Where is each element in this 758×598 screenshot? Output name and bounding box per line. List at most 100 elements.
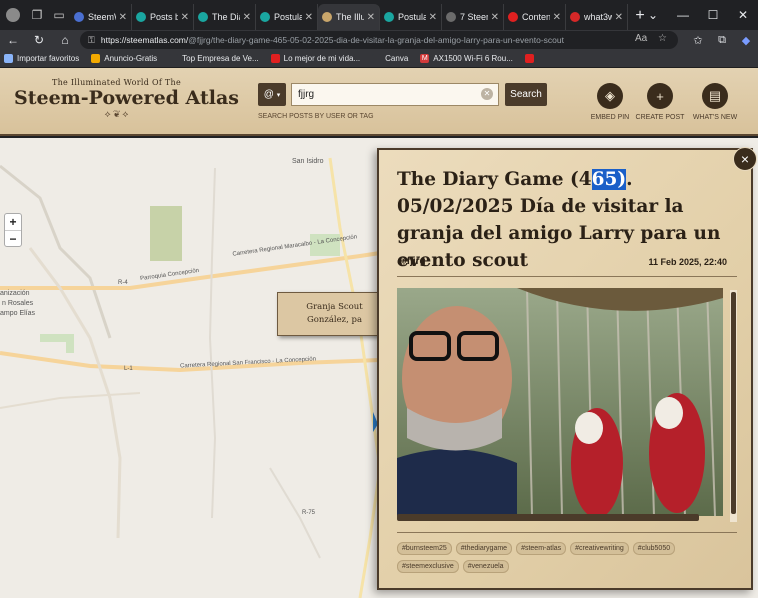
bookmark-item[interactable]: Importar favoritos xyxy=(4,54,79,63)
favorite-star-icon[interactable]: ☆ xyxy=(658,33,667,44)
bookmark-item[interactable]: Anuncio-Gratis xyxy=(91,54,157,63)
copilot-icon[interactable]: ◆ xyxy=(734,34,758,47)
post-tag[interactable]: #thediarygame xyxy=(455,542,513,555)
post-tag[interactable]: #venezuela xyxy=(462,560,509,573)
tab-close-icon[interactable]: ✕ xyxy=(181,12,189,23)
parrot-face xyxy=(575,412,603,444)
tab-favicon-icon xyxy=(260,12,270,22)
whats-new-label: WHAT'S NEW xyxy=(692,114,738,121)
post-panel: The Diary Game (465). 05/02/2025 Día de … xyxy=(377,148,753,590)
bookmark-item[interactable]: Lo mejor de mi vida... xyxy=(270,54,360,63)
minimize-icon[interactable]: — xyxy=(668,0,698,30)
reload-icon[interactable]: ↻ xyxy=(26,33,52,47)
map-label: San Isidro xyxy=(292,158,324,165)
tab-favicon-icon xyxy=(446,12,456,22)
zoom-in-button[interactable]: + xyxy=(5,214,21,230)
site-logo[interactable]: The Illuminated World Of The Steem-Power… xyxy=(14,78,239,120)
back-arrow-icon[interactable]: ← xyxy=(0,33,26,47)
tab-close-icon[interactable]: ✕ xyxy=(491,12,499,23)
road xyxy=(0,392,141,409)
browser-tab[interactable]: SteemW✕ xyxy=(70,4,132,30)
map-marker-popup[interactable]: Granja Scout González, pa xyxy=(277,292,392,336)
tab-list: SteemW✕Posts by✕The Diar✕Postulac✕The Il… xyxy=(70,4,628,30)
browser-window: ❐ ▭ SteemW✕Posts by✕The Diar✕Postulac✕Th… xyxy=(0,0,758,598)
whats-new-button[interactable]: ▤ WHAT'S NEW xyxy=(690,83,740,121)
post-tag[interactable]: #creativewriting xyxy=(570,542,629,555)
tab-close-icon[interactable]: ✕ xyxy=(367,12,375,23)
post-author-link[interactable]: @fjjrg xyxy=(397,256,426,267)
post-tag[interactable]: #steem-atlas xyxy=(516,542,567,555)
tab-favicon-icon xyxy=(508,12,518,22)
tab-close-icon[interactable]: ✕ xyxy=(615,12,623,23)
tab-close-icon[interactable]: ✕ xyxy=(243,12,251,23)
bookmark-item[interactable]: Top Empresa de Ve... xyxy=(169,54,259,63)
home-icon[interactable]: ⌂ xyxy=(52,33,78,47)
site-info-icon[interactable]: ⚿ xyxy=(88,35,95,46)
bookmark-favicon-icon xyxy=(270,54,280,63)
map-label: n Rosales xyxy=(2,300,34,307)
browser-tab[interactable]: 7 Steem Sa✕ xyxy=(442,4,504,30)
maximize-icon[interactable]: ☐ xyxy=(698,0,728,30)
workspaces-icon[interactable]: ❐ xyxy=(26,0,48,30)
browser-tab[interactable]: Contenid✕ xyxy=(504,4,566,30)
create-post-button[interactable]: + CREATE POST xyxy=(635,83,685,121)
tab-actions-icon[interactable]: ▭ xyxy=(48,0,70,30)
browser-tab[interactable]: Postulac✕ xyxy=(256,4,318,30)
bookmarks-bar: Importar favoritos Anuncio-Gratis Top Empr… xyxy=(0,50,758,68)
popup-line-1: Granja Scout xyxy=(306,302,363,312)
bookmark-label: AX1500 Wi-Fi 6 Rou... xyxy=(433,54,513,63)
favorites-icon[interactable]: ✩ xyxy=(686,34,710,47)
search-button[interactable]: Search xyxy=(505,83,547,106)
post-image[interactable] xyxy=(397,288,723,516)
field-area xyxy=(150,206,182,261)
embed-pin-button[interactable]: ◈ EMBED PIN xyxy=(585,83,635,121)
browser-tab[interactable]: what3w ✕ xyxy=(566,4,628,30)
bookmark-item[interactable] xyxy=(524,54,538,63)
tab-title: Posts by xyxy=(150,12,178,22)
tab-favicon-icon xyxy=(322,12,332,22)
divider xyxy=(397,532,737,533)
close-panel-button[interactable]: × xyxy=(733,147,757,171)
image-scrollbar-thumb[interactable] xyxy=(731,292,736,514)
embed-pin-label: EMBED PIN xyxy=(590,114,630,121)
browser-tab[interactable]: Posts by✕ xyxy=(132,4,194,30)
chevron-down-icon[interactable]: ⌄ xyxy=(638,0,668,30)
map-pin-icon: ◈ xyxy=(597,83,623,109)
bookmark-item[interactable]: Canva xyxy=(372,54,408,63)
bookmark-favicon-icon xyxy=(524,54,534,63)
profile-avatar[interactable] xyxy=(0,0,26,30)
address-bar[interactable]: ⚿ https://steematlas.com/@fjjrg/the-diar… xyxy=(80,31,678,49)
bookmark-favicon-icon xyxy=(91,54,101,63)
bookmark-label: Canva xyxy=(385,54,409,63)
horizontal-scrollbar[interactable] xyxy=(397,514,699,521)
bookmark-item[interactable]: M AX1500 Wi-Fi 6 Rou... xyxy=(420,54,513,63)
tab-close-icon[interactable]: ✕ xyxy=(553,12,561,23)
browser-tab[interactable]: The Illum✕ xyxy=(318,4,380,30)
avatar-icon xyxy=(6,8,20,22)
collections-icon[interactable]: ⧉ xyxy=(710,34,734,47)
tab-close-icon[interactable]: ✕ xyxy=(305,12,313,23)
close-window-icon[interactable]: ✕ xyxy=(728,0,758,30)
post-tag[interactable]: #steemexclusive xyxy=(397,560,459,573)
browser-tab[interactable]: Postulac✕ xyxy=(380,4,442,30)
post-tag[interactable]: #burnsteem25 xyxy=(397,542,452,555)
tab-favicon-icon xyxy=(136,12,146,22)
search-mode-select[interactable]: @ ▾ xyxy=(258,83,286,106)
post-tag[interactable]: #club5050 xyxy=(632,542,676,555)
bookmark-label: Importar favoritos xyxy=(17,54,80,63)
map-label: ampo Elías xyxy=(0,310,36,317)
tab-close-icon[interactable]: ✕ xyxy=(429,12,437,23)
tab-title: Contenid xyxy=(522,12,550,22)
bookmark-label: Anuncio-Gratis xyxy=(104,54,158,63)
browser-tab[interactable]: The Diar✕ xyxy=(194,4,256,30)
zoom-out-button[interactable]: − xyxy=(5,230,21,246)
clear-search-icon[interactable]: ✕ xyxy=(481,88,493,100)
url-text: https://steematlas.com/@fjjrg/the-diary-… xyxy=(100,35,564,45)
logo-flourish-icon: ⟡ ❦ ⟡ xyxy=(104,109,129,119)
search-input[interactable] xyxy=(291,83,499,106)
read-aloud-icon[interactable]: Aa xyxy=(635,33,647,44)
tag-list: #burnsteem25 #thediarygame #steem-atlas #cr… xyxy=(397,542,737,578)
post-photo-illustration xyxy=(397,288,723,516)
tab-close-icon[interactable]: ✕ xyxy=(119,12,127,23)
bookmark-favicon-icon: M xyxy=(420,54,430,63)
